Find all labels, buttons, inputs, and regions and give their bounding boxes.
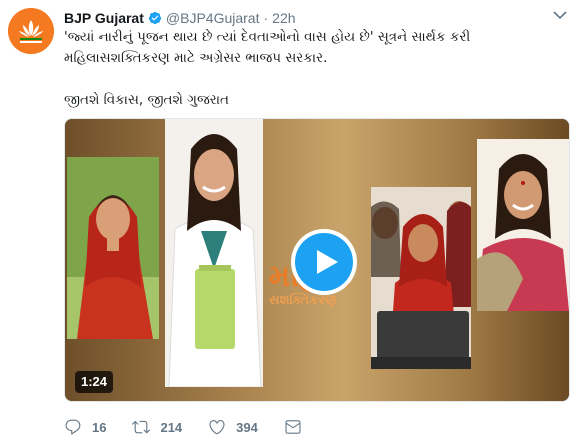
tweet-timestamp[interactable]: 22h — [272, 10, 295, 26]
direct-message-button[interactable] — [284, 418, 302, 436]
video-frame-woman-farmer — [67, 157, 159, 339]
video-duration-badge: 1:24 — [75, 371, 114, 393]
verified-badge-icon — [148, 11, 162, 25]
heart-icon — [209, 420, 225, 435]
retweet-count: 214 — [160, 419, 183, 435]
avatar[interactable] — [8, 8, 54, 54]
play-icon — [295, 233, 353, 291]
retweet-icon — [132, 420, 151, 434]
video-player[interactable]: મહિલા સશક્તિકરણ — [64, 118, 570, 402]
tweet-header: BJP Gujarat @BJP4Gujarat · 22h — [64, 9, 296, 27]
retweet-button[interactable]: 214 — [132, 418, 182, 436]
bjp-lotus-logo — [8, 8, 54, 54]
reply-count: 16 — [92, 419, 107, 435]
tweet-text-line: મહિલાસશક્તિકરણ માટે અગ્રેસર ભાજપ સરકાર. — [64, 50, 328, 66]
author-handle[interactable]: @BJP4Gujarat — [166, 10, 260, 26]
video-frame-woman-smiling — [477, 139, 569, 311]
tweet-card[interactable]: BJP Gujarat @BJP4Gujarat · 22h 'જ્યાં ના… — [0, 0, 581, 446]
envelope-icon — [285, 420, 301, 434]
video-overlay-subtitle: સશક્તિકરણ — [269, 293, 337, 308]
like-button[interactable]: 394 — [208, 418, 258, 436]
separator-dot: · — [263, 10, 269, 26]
video-frame-women-laptop — [371, 187, 471, 369]
reply-button[interactable]: 16 — [64, 418, 106, 436]
tweet-actions: 16 214 394 — [64, 417, 328, 437]
chevron-down-icon[interactable] — [553, 10, 569, 24]
tweet-text: 'જ્યાં નારીનું પૂજન થાય છે ત્યાં દેવતાઓન… — [64, 27, 569, 111]
tweet-text-line: 'જ્યાં નારીનું પૂજન થાય છે ત્યાં દેવતાઓન… — [64, 29, 471, 45]
like-count: 394 — [236, 419, 258, 435]
reply-icon — [65, 419, 81, 435]
author-name[interactable]: BJP Gujarat — [64, 10, 144, 26]
play-button[interactable] — [291, 229, 357, 295]
tweet-hashtag-line: જીતશે વિકાસ, જીતશે ગુજરાત — [64, 92, 230, 108]
video-frame-woman-doctor — [165, 119, 263, 387]
